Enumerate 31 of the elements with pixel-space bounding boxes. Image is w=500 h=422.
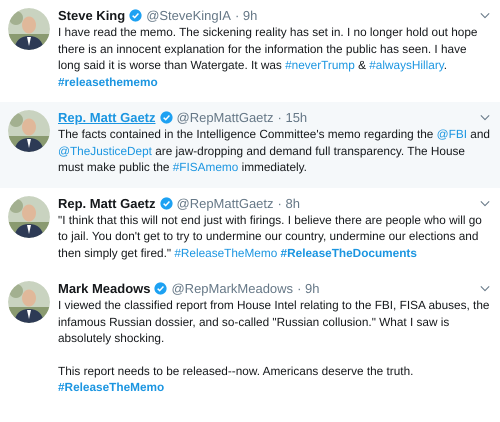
- tweet-card[interactable]: [0, 102, 500, 188]
- author-handle[interactable]: @SteveKingIA: [146, 7, 231, 24]
- author-handle[interactable]: @RepMattGaetz: [176, 109, 274, 126]
- hashtag-link[interactable]: #ReleaseTheMemo: [174, 246, 278, 260]
- hashtag-link[interactable]: #alwaysHillary: [369, 58, 444, 72]
- hashtag-link[interactable]: #ReleaseTheMemo: [58, 380, 164, 394]
- author-name[interactable]: Rep. Matt Gaetz: [58, 109, 156, 126]
- tweet-text: I viewed the classified report from House Intel relating to the FBI, FISA abuses, the infamous Russian dossier, and so-called "Russian collusion." What I saw is absolutely shocking.: [58, 297, 490, 346]
- timestamp[interactable]: · 15h: [278, 109, 308, 126]
- tweet-text: "I think that this will not end just with firings. I believe there are people who will go to jail. You don't get to try to undermine our country, undermine our elections and then simply get fired." #ReleaseTheMemo #ReleaseTheDocuments: [58, 212, 483, 261]
- chevron-down-icon[interactable]: [480, 12, 490, 19]
- timestamp[interactable]: · 8h: [278, 194, 300, 212]
- hashtag-link[interactable]: @TheJusticeDept: [58, 144, 152, 158]
- hashtag-link[interactable]: #FISAmemo: [172, 160, 238, 174]
- chevron-down-icon[interactable]: [480, 285, 490, 292]
- hashtag-link[interactable]: #neverTrump: [285, 58, 355, 72]
- timestamp[interactable]: · 9h: [234, 7, 258, 24]
- author-handle[interactable]: @RepMattGaetz: [176, 194, 274, 212]
- tweet-text: This report needs to be released--now. Americans deserve the truth. #ReleaseTheMemo: [58, 362, 414, 396]
- tweet-text: The facts contained in the Intelligence Committee's memo regarding the @FBI and @TheJusticeDept are jaw-dropping and demand full transparency. The House must make public the #FISAmemo immediately.: [58, 126, 491, 176]
- author-name[interactable]: Mark Meadows: [58, 280, 150, 297]
- hashtag-link[interactable]: #releasethememo: [58, 74, 158, 88]
- author-name[interactable]: Rep. Matt Gaetz: [58, 194, 156, 212]
- hashtag-link[interactable]: #ReleaseTheDocuments: [280, 246, 417, 260]
- author-handle[interactable]: @RepMarkMeadows: [171, 280, 294, 297]
- hashtag-link[interactable]: @FBI: [436, 127, 467, 141]
- chevron-down-icon[interactable]: [480, 114, 490, 121]
- timestamp[interactable]: · 9h: [297, 280, 320, 297]
- chevron-down-icon[interactable]: [480, 200, 490, 206]
- tweet-text: I have read the memo. The sickening reality has set in. I no longer hold out hope there is an innocent explanation for the information the public has seen. I have long said it is worse than Watergate. It was #neverTrump & #alwaysHillary. #releasethememo: [58, 24, 478, 90]
- author-name[interactable]: Steve King: [58, 7, 126, 24]
